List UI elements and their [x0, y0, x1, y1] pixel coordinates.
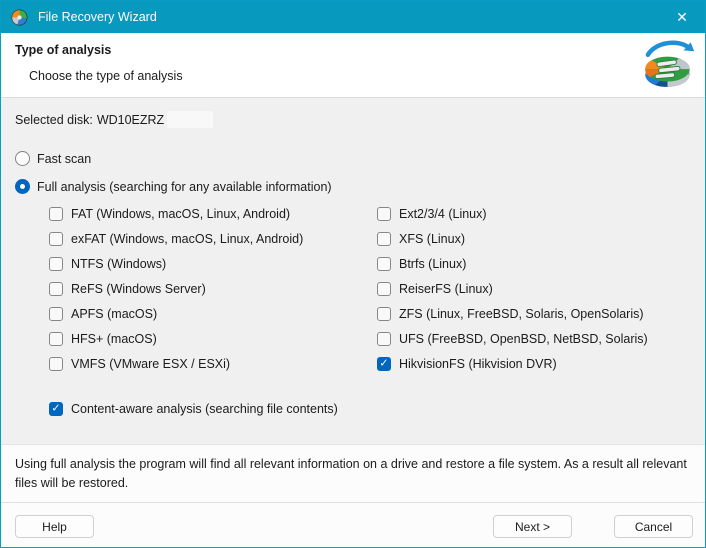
scan-type-option[interactable]: Fast scan	[15, 151, 332, 166]
scan-type-option[interactable]: Full analysis (searching for any availab…	[15, 179, 332, 194]
content-aware-row: ✓ Content-aware analysis (searching file…	[49, 402, 338, 416]
filesystem-option[interactable]: ✓ ReiserFS (Linux)	[377, 282, 648, 296]
checkbox-label: ReiserFS (Linux)	[391, 282, 493, 296]
filesystem-column-right: ✓ Ext2/3/4 (Linux) ✓ XFS (Linux) ✓ Btrfs…	[377, 207, 648, 371]
filesystem-option[interactable]: ✓ APFS (macOS)	[49, 307, 303, 321]
file-recovery-wizard-window: File Recovery Wizard ✕ Type of analysis …	[0, 0, 706, 548]
checkbox-label: HFS+ (macOS)	[63, 332, 157, 346]
description-panel: Using full analysis the program will fin…	[1, 444, 705, 502]
help-button[interactable]: Help	[15, 515, 94, 538]
checkbox[interactable]: ✓	[49, 257, 63, 271]
check-icon: ✓	[51, 403, 60, 414]
checkbox[interactable]: ✓	[49, 232, 63, 246]
filesystem-option[interactable]: ✓ NTFS (Windows)	[49, 257, 303, 271]
checkbox-label: FAT (Windows, macOS, Linux, Android)	[63, 207, 290, 221]
checkbox-label: Ext2/3/4 (Linux)	[391, 207, 487, 221]
check-icon: ✓	[379, 358, 388, 369]
page-title: Type of analysis	[15, 43, 111, 57]
checkbox-label: HikvisionFS (Hikvision DVR)	[391, 357, 557, 371]
checkbox[interactable]: ✓	[49, 207, 63, 221]
selected-disk-row: Selected disk: WD10EZRZ	[15, 111, 213, 128]
filesystem-option[interactable]: ✓ Btrfs (Linux)	[377, 257, 648, 271]
selected-disk-label: Selected disk:	[15, 113, 93, 127]
checkbox[interactable]: ✓	[49, 282, 63, 296]
window-title: File Recovery Wizard	[38, 10, 157, 24]
radio-label: Fast scan	[30, 152, 91, 166]
checkbox-label: XFS (Linux)	[391, 232, 465, 246]
checkbox-label: NTFS (Windows)	[63, 257, 166, 271]
close-icon: ✕	[676, 9, 688, 26]
checkbox[interactable]: ✓	[49, 332, 63, 346]
description-text: Using full analysis the program will fin…	[15, 457, 687, 490]
radio-label: Full analysis (searching for any availab…	[30, 180, 332, 194]
disk-name-highlight	[167, 111, 213, 128]
app-icon	[11, 9, 28, 26]
filesystem-option[interactable]: ✓ ZFS (Linux, FreeBSD, Solaris, OpenSola…	[377, 307, 648, 321]
selected-disk-value: WD10EZRZ	[97, 113, 164, 127]
checkbox[interactable]: ✓	[377, 207, 391, 221]
title-bar: File Recovery Wizard ✕	[1, 1, 705, 33]
checkbox[interactable]: ✓	[377, 257, 391, 271]
checkbox[interactable]: ✓	[49, 357, 63, 371]
app-logo	[639, 37, 696, 94]
radio-button[interactable]	[15, 179, 30, 194]
checkbox[interactable]: ✓	[377, 232, 391, 246]
page-subtitle: Choose the type of analysis	[29, 69, 183, 83]
checkbox-label: VMFS (VMware ESX / ESXi)	[63, 357, 230, 371]
checkbox-label: Btrfs (Linux)	[391, 257, 466, 271]
checkbox[interactable]: ✓	[377, 357, 391, 371]
filesystem-option[interactable]: ✓ HFS+ (macOS)	[49, 332, 303, 346]
checkbox-label: ZFS (Linux, FreeBSD, Solaris, OpenSolari…	[391, 307, 644, 321]
content-aware-option[interactable]: ✓ Content-aware analysis (searching file…	[49, 402, 338, 416]
filesystem-option[interactable]: ✓ VMFS (VMware ESX / ESXi)	[49, 357, 303, 371]
checkbox-label: ReFS (Windows Server)	[63, 282, 206, 296]
scan-type-radio-group: Fast scan Full analysis (searching for a…	[15, 151, 332, 194]
cancel-button[interactable]: Cancel	[614, 515, 693, 538]
footer-bar: Help Next > Cancel	[1, 502, 705, 547]
checkbox-label: UFS (FreeBSD, OpenBSD, NetBSD, Solaris)	[391, 332, 648, 346]
wizard-header: Type of analysis Choose the type of anal…	[1, 33, 705, 98]
checkbox[interactable]: ✓	[377, 332, 391, 346]
filesystem-option[interactable]: ✓ HikvisionFS (Hikvision DVR)	[377, 357, 648, 371]
filesystem-option[interactable]: ✓ exFAT (Windows, macOS, Linux, Android)	[49, 232, 303, 246]
filesystem-option[interactable]: ✓ UFS (FreeBSD, OpenBSD, NetBSD, Solaris…	[377, 332, 648, 346]
filesystem-option[interactable]: ✓ XFS (Linux)	[377, 232, 648, 246]
checkbox[interactable]: ✓	[377, 307, 391, 321]
checkbox[interactable]: ✓	[49, 307, 63, 321]
filesystem-option[interactable]: ✓ Ext2/3/4 (Linux)	[377, 207, 648, 221]
next-button[interactable]: Next >	[493, 515, 572, 538]
checkbox-label: exFAT (Windows, macOS, Linux, Android)	[63, 232, 303, 246]
filesystem-column-left: ✓ FAT (Windows, macOS, Linux, Android) ✓…	[49, 207, 303, 371]
checkbox[interactable]: ✓	[377, 282, 391, 296]
checkbox-label: Content-aware analysis (searching file c…	[63, 402, 338, 416]
radio-button[interactable]	[15, 151, 30, 166]
filesystem-option[interactable]: ✓ ReFS (Windows Server)	[49, 282, 303, 296]
close-button[interactable]: ✕	[659, 1, 705, 33]
filesystem-option[interactable]: ✓ FAT (Windows, macOS, Linux, Android)	[49, 207, 303, 221]
checkbox[interactable]: ✓	[49, 402, 63, 416]
checkbox-label: APFS (macOS)	[63, 307, 157, 321]
